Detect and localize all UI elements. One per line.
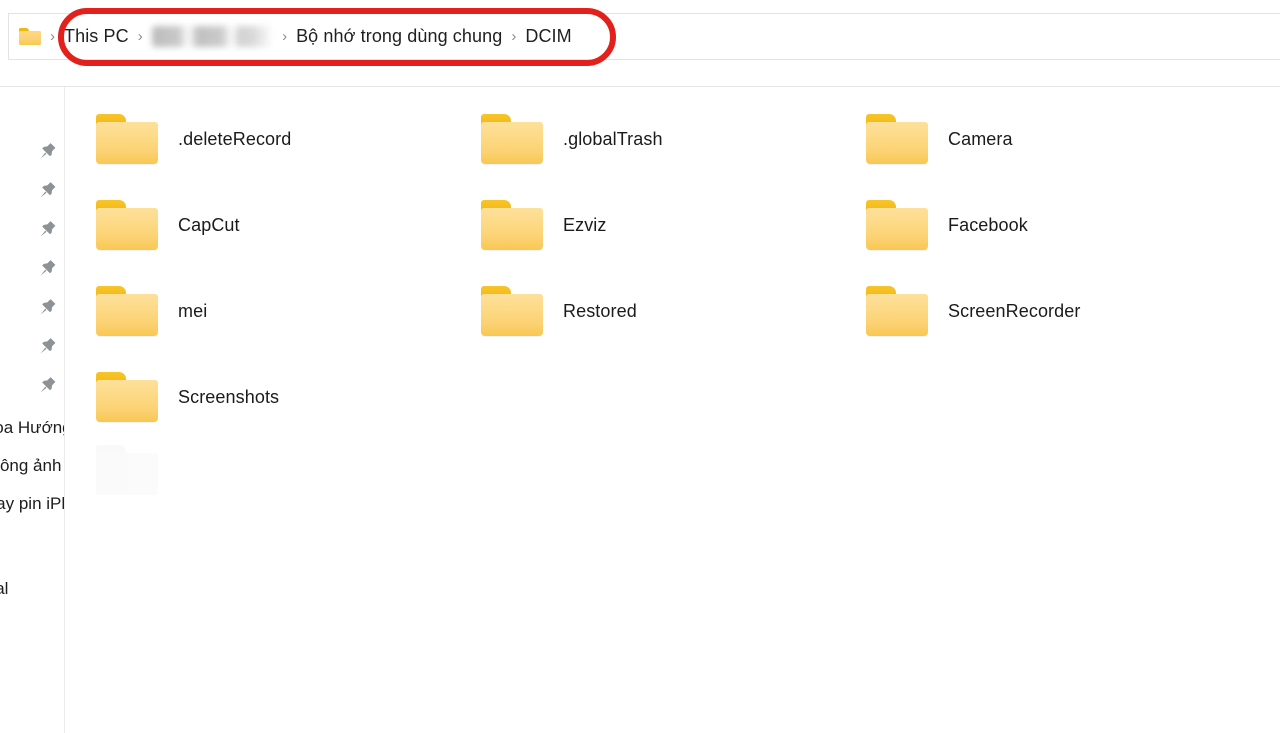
breadcrumb-item-device-redacted[interactable]: Redmi Note 13 bbox=[151, 26, 274, 47]
folder-icon bbox=[480, 286, 544, 336]
folder-label: Screenshots bbox=[178, 386, 280, 407]
folder-icon bbox=[865, 200, 929, 250]
breadcrumb-separator-0: › bbox=[50, 28, 55, 45]
folder-icon bbox=[865, 286, 929, 336]
pin-icon[interactable] bbox=[38, 219, 58, 239]
sidebar-item-label[interactable]: không ảnh bbox=[0, 456, 61, 476]
folder-icon bbox=[95, 200, 159, 250]
folder-icon bbox=[95, 286, 159, 336]
folder-icon bbox=[95, 372, 159, 422]
folder-label: CapCut bbox=[178, 214, 240, 235]
folder-label: Facebook bbox=[948, 214, 1028, 235]
folder-icon bbox=[19, 28, 41, 45]
pin-icon[interactable] bbox=[38, 141, 58, 161]
folder-item[interactable]: mei bbox=[95, 279, 207, 343]
folder-label: .deleteRecord bbox=[178, 128, 292, 149]
breadcrumb-item-this-pc[interactable]: This PC bbox=[64, 26, 129, 47]
folder-icon bbox=[480, 200, 544, 250]
folder-label: Camera bbox=[948, 128, 1013, 149]
navigation-sidebar[interactable]: Hoa Hướng không ảnh thay pin iPh inal bbox=[0, 87, 64, 733]
folder-item[interactable]: Camera bbox=[865, 107, 1013, 171]
folder-label: .globalTrash bbox=[563, 128, 663, 149]
breadcrumb-item-dcim[interactable]: DCIM bbox=[525, 26, 571, 47]
breadcrumb-separator-3: › bbox=[511, 28, 517, 45]
breadcrumb-separator-2: › bbox=[282, 28, 288, 45]
folder-item[interactable]: .globalTrash bbox=[480, 107, 663, 171]
folder-icon bbox=[865, 114, 929, 164]
folder-item[interactable]: CapCut bbox=[95, 193, 240, 257]
folder-icon-ghost bbox=[95, 445, 159, 495]
folder-item[interactable]: Facebook bbox=[865, 193, 1028, 257]
pin-icon[interactable] bbox=[38, 375, 58, 395]
sidebar-item-label[interactable]: inal bbox=[0, 579, 8, 599]
breadcrumb-item-internal-shared-storage[interactable]: Bộ nhớ trong dùng chung bbox=[296, 26, 502, 47]
breadcrumb-separator-1: › bbox=[137, 28, 143, 45]
pin-icon[interactable] bbox=[38, 297, 58, 317]
address-bar[interactable]: › This PC › Redmi Note 13 › Bộ nhớ trong… bbox=[8, 13, 1280, 60]
folder-label: ScreenRecorder bbox=[948, 300, 1081, 321]
folder-item[interactable]: .deleteRecord bbox=[95, 107, 291, 171]
file-list-view[interactable]: .deleteRecord .globalTrash Camera CapCut… bbox=[65, 87, 1280, 733]
pin-icon[interactable] bbox=[38, 258, 58, 278]
folder-icon bbox=[95, 114, 159, 164]
pin-icon[interactable] bbox=[38, 180, 58, 200]
folder-label: Restored bbox=[563, 300, 637, 321]
sidebar-item-label[interactable]: thay pin iPh bbox=[0, 494, 64, 514]
folder-item[interactable]: Screenshots bbox=[95, 365, 279, 429]
folder-icon bbox=[480, 114, 544, 164]
pin-icon[interactable] bbox=[38, 336, 58, 356]
folder-item[interactable]: Ezviz bbox=[480, 193, 607, 257]
folder-label: Ezviz bbox=[563, 214, 607, 235]
folder-item[interactable]: ScreenRecorder bbox=[865, 279, 1080, 343]
sidebar-item-label[interactable]: Hoa Hướng bbox=[0, 418, 64, 438]
folder-label: mei bbox=[178, 300, 208, 321]
folder-item[interactable]: Restored bbox=[480, 279, 637, 343]
